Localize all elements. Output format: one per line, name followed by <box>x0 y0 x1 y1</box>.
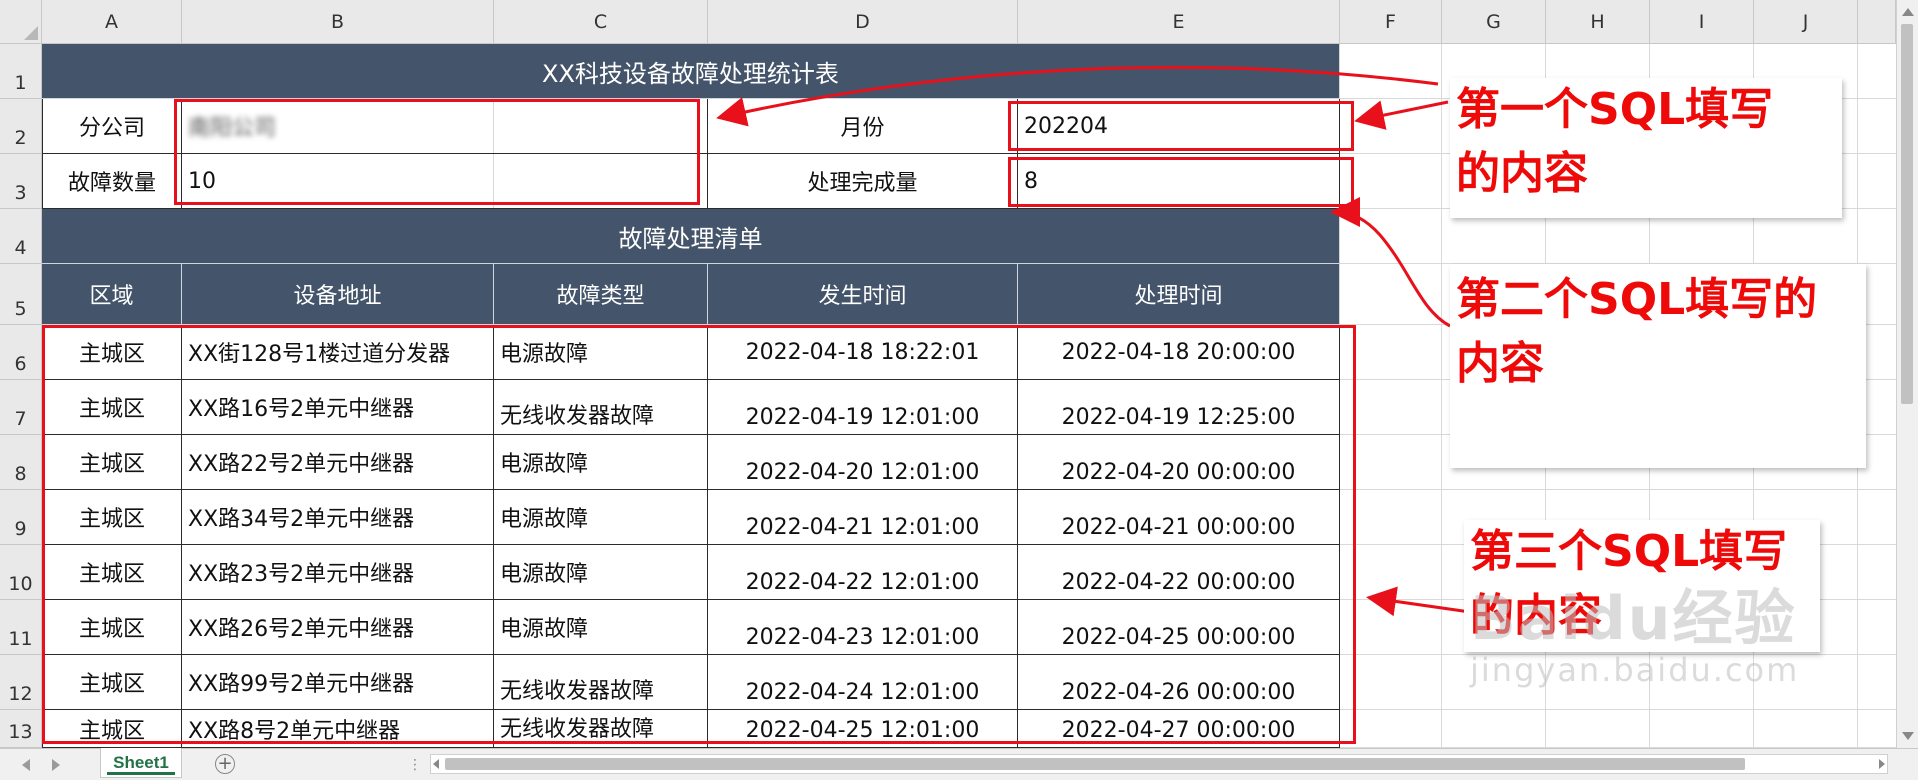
worksheet[interactable]: ABCDEFGHIJ 1 2 3 4 5 6 7 8 9 10 11 12 13 XX科技设备故障处理统… <box>0 0 1896 748</box>
annotation-third-text: 第三个SQL填写的内容 <box>1470 526 1788 641</box>
scroll-left-icon[interactable] <box>433 759 439 769</box>
annotation-second-text: 第二个SQL填写的内容 <box>1456 274 1818 389</box>
tab-splitter-icon[interactable]: ⋮ <box>408 757 422 773</box>
scroll-up-icon[interactable] <box>1902 8 1914 16</box>
prev-sheet-icon[interactable] <box>22 759 30 771</box>
scroll-down-icon[interactable] <box>1902 732 1914 740</box>
next-sheet-icon[interactable] <box>52 759 60 771</box>
sheet-tab-sheet1[interactable]: Sheet1 <box>100 748 182 778</box>
annotation-first-text: 第一个SQL填写的内容 <box>1456 84 1774 199</box>
arrow-to-table <box>1366 586 1471 617</box>
annotation-second-sql: 第二个SQL填写的内容 <box>1450 264 1866 468</box>
vertical-scrollbar[interactable] <box>1896 0 1918 748</box>
annotation-first-sql: 第一个SQL填写的内容 <box>1450 78 1842 218</box>
arrow-to-completed <box>1330 197 1451 328</box>
scroll-right-icon[interactable] <box>1879 759 1885 769</box>
vertical-scroll-thumb[interactable] <box>1901 24 1913 404</box>
horizontal-scroll-thumb[interactable] <box>445 758 1745 770</box>
arrow-to-month <box>1354 100 1449 130</box>
arrow-to-branch <box>716 65 1439 127</box>
horizontal-scrollbar[interactable] <box>430 754 1888 774</box>
annotation-third-sql: 第三个SQL填写的内容 <box>1464 520 1820 652</box>
sheet-tab-bar: Sheet1 + ⋮ <box>0 748 1918 780</box>
add-sheet-icon[interactable]: + <box>215 754 235 774</box>
